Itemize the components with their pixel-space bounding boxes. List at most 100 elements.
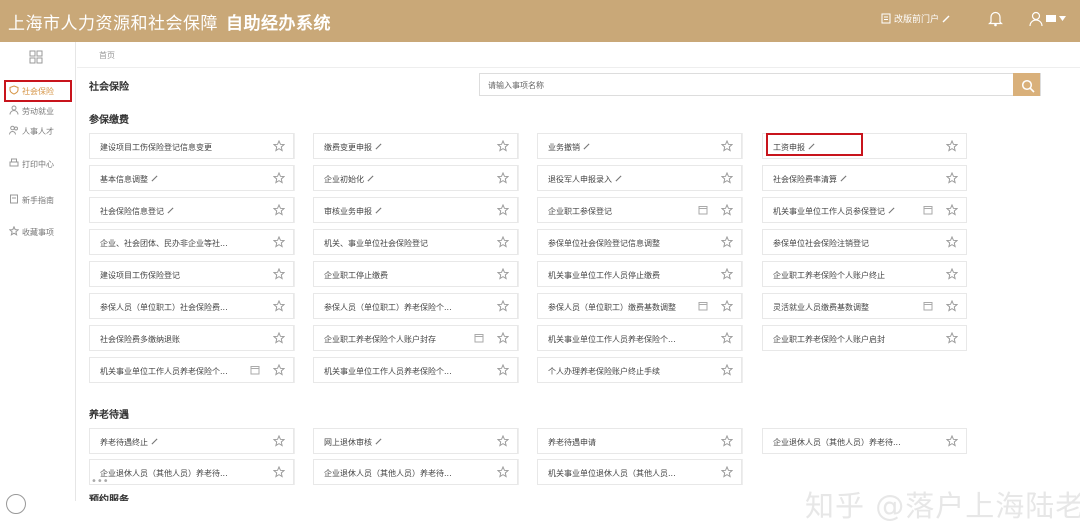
breadcrumb[interactable]: 首页 [99,50,115,61]
service-item[interactable]: 企业退休人员（其他人员）养老待... [313,459,518,485]
old-portal-link[interactable]: 改版前门户 [881,12,950,25]
favorite-star-icon[interactable] [272,465,286,480]
page-title: 社会保险 [89,82,129,93]
service-item[interactable]: 企业、社会团体、民办非企业等社... [89,229,294,255]
sidebar-item-6[interactable]: 收藏事项 [6,223,70,241]
favorite-star-icon[interactable] [496,139,510,154]
service-item[interactable]: 机关事业单位退休人员（其他人员... [537,459,742,485]
bell-icon[interactable] [988,10,1003,27]
search-bar[interactable]: 请输入事项名称 [479,73,1041,96]
favorite-star-icon[interactable] [272,363,286,378]
service-item[interactable]: 机关事业单位工作人员养老保险个... [537,325,742,351]
user-menu[interactable] [1029,11,1066,27]
favorite-star-icon[interactable] [945,139,959,154]
favorite-star-icon[interactable] [496,331,510,346]
favorite-star-icon[interactable] [496,203,510,218]
favorite-star-icon[interactable] [272,171,286,186]
favorite-star-icon[interactable] [720,363,734,378]
favorite-star-icon[interactable] [720,465,734,480]
guide-icon [9,194,19,206]
service-item[interactable]: 机关事业单位工作人员养老保险个... [313,357,518,383]
favorite-star-icon[interactable] [945,203,959,218]
favorite-star-icon[interactable] [720,267,734,282]
service-item[interactable]: 参保人员（单位职工）缴费基数调整 [537,293,742,319]
favorite-star-icon[interactable] [496,434,510,449]
favorite-star-icon[interactable] [945,331,959,346]
service-item[interactable]: 机关、事业单位社会保险登记 [313,229,518,255]
service-item[interactable]: 参保单位社会保险注销登记 [762,229,967,255]
service-item[interactable]: 个人办理养老保险账户终止手续 [537,357,742,383]
service-item[interactable]: 网上退休审核 [313,428,518,454]
service-item[interactable]: 企业职工养老保险个人账户封存 [313,325,518,351]
service-item[interactable]: 养老待遇终止 [89,428,294,454]
link-icon [151,438,158,447]
favorite-star-icon[interactable] [496,235,510,250]
service-item[interactable]: 参保单位社会保险登记信息调整 [537,229,742,255]
service-item[interactable]: 审核业务申报 [313,197,518,223]
sidebar-item-3[interactable]: 人事人才 [6,122,70,140]
service-item-label: 参保单位社会保险登记信息调整 [548,239,660,248]
more-indicator[interactable]: ••• [91,476,109,487]
service-item-label: 养老待遇申请 [548,438,596,447]
favorite-star-icon[interactable] [272,267,286,282]
service-item[interactable]: 工资申报 [762,133,967,159]
service-item[interactable]: 业务撤销 [537,133,742,159]
favorite-star-icon[interactable] [945,267,959,282]
service-item[interactable]: 社会保险费多缴纳退账 [89,325,294,351]
favorite-star-icon[interactable] [272,203,286,218]
apps-grid-icon[interactable] [29,49,43,68]
service-item[interactable]: 企业退休人员（其他人员）养老待... [89,459,294,485]
service-item[interactable]: 养老待遇申请 [537,428,742,454]
favorite-star-icon[interactable] [720,299,734,314]
service-item[interactable]: 企业职工停止缴费 [313,261,518,287]
service-item[interactable]: 企业初始化 [313,165,518,191]
service-item[interactable]: 建设项目工伤保险登记 [89,261,294,287]
calendar-icon [923,205,933,217]
service-item[interactable]: 基本信息调整 [89,165,294,191]
favorite-star-icon[interactable] [945,299,959,314]
service-item[interactable]: 灵活就业人员缴费基数调整 [762,293,967,319]
service-item[interactable]: 参保人员（单位职工）社会保险费... [89,293,294,319]
favorite-star-icon[interactable] [272,434,286,449]
favorite-star-icon[interactable] [945,171,959,186]
sidebar-item-4[interactable]: 打印中心 [6,155,70,173]
service-item[interactable]: 企业职工养老保险个人账户终止 [762,261,967,287]
search-button[interactable] [1013,73,1040,96]
service-item[interactable]: 企业职工参保登记 [537,197,742,223]
favorite-star-icon[interactable] [720,139,734,154]
service-item[interactable]: 社会保险费率清算 [762,165,967,191]
favorite-star-icon[interactable] [720,203,734,218]
favorite-star-icon[interactable] [272,331,286,346]
favorite-star-icon[interactable] [272,139,286,154]
sidebar-item-2[interactable]: 劳动就业 [6,102,70,120]
service-item[interactable]: 社会保险信息登记 [89,197,294,223]
favorite-star-icon[interactable] [272,299,286,314]
favorite-star-icon[interactable] [720,434,734,449]
sidebar-item-1[interactable]: 社会保险 [4,80,72,102]
service-item[interactable]: 企业退休人员（其他人员）养老待... [762,428,967,454]
service-item[interactable]: 缴费变更申报 [313,133,518,159]
favorite-star-icon[interactable] [720,331,734,346]
favorite-star-icon[interactable] [496,267,510,282]
service-item[interactable]: 企业职工养老保险个人账户启封 [762,325,967,351]
favorite-star-icon[interactable] [272,235,286,250]
favorite-star-icon[interactable] [496,363,510,378]
service-item[interactable]: 机关事业单位工作人员停止缴费 [537,261,742,287]
favorite-star-icon[interactable] [496,171,510,186]
service-item[interactable]: 参保人员（单位职工）养老保险个... [313,293,518,319]
favorite-star-icon[interactable] [496,465,510,480]
service-item[interactable]: 退役军人申报录入 [537,165,742,191]
sidebar-item-5[interactable]: 新手指南 [6,191,70,209]
favorite-star-icon[interactable] [945,434,959,449]
favorite-star-icon[interactable] [720,171,734,186]
search-input[interactable]: 请输入事项名称 [488,80,544,91]
help-circle-icon[interactable] [6,494,26,514]
service-item[interactable]: 建设项目工伤保险登记信息变更 [89,133,294,159]
favorite-star-icon[interactable] [496,299,510,314]
favorite-star-icon[interactable] [720,235,734,250]
service-item[interactable]: 机关事业单位工作人员参保登记 [762,197,967,223]
service-item[interactable]: 机关事业单位工作人员养老保险个... [89,357,294,383]
favorite-star-icon[interactable] [945,235,959,250]
link-icon [151,175,158,184]
sidebar-item-label: 打印中心 [22,159,54,169]
